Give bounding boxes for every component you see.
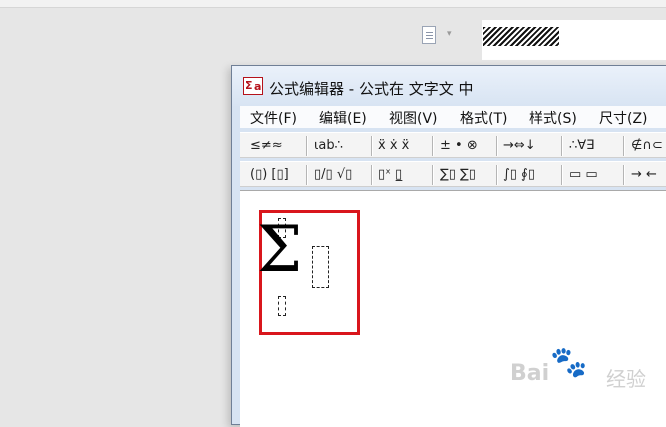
- menu-view[interactable]: 视图(V): [389, 108, 438, 128]
- hatched-pattern-area: [483, 27, 559, 46]
- labeled-arrow-templates-button[interactable]: → ←: [631, 165, 657, 185]
- integral-templates-button[interactable]: ∫▯ ∮▯: [503, 165, 535, 185]
- toolbar-separator: [432, 165, 434, 185]
- toolbar-separator: [306, 165, 308, 185]
- subscript-templates-button[interactable]: ▯ˣ ▯̲: [378, 165, 402, 185]
- arrows-palette-button[interactable]: →⇔↓: [503, 136, 536, 156]
- fence-templates-button[interactable]: (▯) [▯]: [250, 165, 289, 185]
- fraction-radical-templates-button[interactable]: ▯/▯ √▯: [314, 165, 352, 185]
- summation-sign: Σ: [257, 213, 303, 287]
- sets-palette-button[interactable]: ∉∩⊂: [631, 136, 663, 156]
- toolbar-separator: [371, 136, 373, 156]
- toolbar-separator: [496, 136, 498, 156]
- toolbar-separator: [371, 165, 373, 185]
- menu-format[interactable]: 格式(T): [460, 108, 507, 128]
- chevron-down-icon[interactable]: ▾: [447, 29, 452, 39]
- toolbar-separator: [623, 136, 625, 156]
- document-icon[interactable]: [422, 26, 436, 44]
- toolbar-separator: [561, 136, 563, 156]
- logic-palette-button[interactable]: ∴∀∃: [569, 136, 594, 156]
- toolbar-separator: [623, 165, 625, 185]
- menu-file[interactable]: 文件(F): [250, 108, 297, 128]
- embellishments-palette-button[interactable]: ẍ ẋ ẍ: [378, 136, 409, 156]
- toolbar-separator: [496, 165, 498, 185]
- menu-edit[interactable]: 编辑(E): [319, 108, 367, 128]
- operators-palette-button[interactable]: ± • ⊗: [440, 136, 478, 156]
- watermark-suffix: 经验: [606, 367, 646, 391]
- toolbar-separator: [561, 165, 563, 185]
- relations-palette-button[interactable]: ≤≠≈: [250, 136, 283, 156]
- toolbar-separator: [432, 136, 434, 156]
- summand-slot[interactable]: [312, 246, 329, 288]
- symbol-palette-toolbar: ≤≠≈ ⍳ab∴ ẍ ẋ ẍ ± • ⊗ →⇔↓ ∴∀∃ ∉∩⊂: [240, 132, 666, 158]
- summation-templates-button[interactable]: ∑▯ ∑▯: [440, 165, 476, 185]
- menu-style[interactable]: 样式(S): [529, 108, 577, 128]
- menu-size[interactable]: 尺寸(Z): [599, 108, 648, 128]
- toolbar-separator: [306, 136, 308, 156]
- title-bar[interactable]: Σ a 公式编辑器 - 公式在 文字文 中: [232, 66, 666, 106]
- baidu-jingyan-watermark: 🐾 Bai 经验: [510, 345, 660, 395]
- template-palette-toolbar: (▯) [▯] ▯/▯ √▯ ▯ˣ ▯̲ ∑▯ ∑▯ ∫▯ ∮▯ ▭ ▭ → ←: [240, 161, 666, 187]
- watermark-brand: Bai: [510, 361, 550, 386]
- menu-bar: 文件(F) 编辑(E) 视图(V) 格式(T) 样式(S) 尺寸(Z): [240, 106, 666, 128]
- lower-limit-slot[interactable]: [278, 296, 286, 316]
- equation-editor-app-icon: Σ a: [243, 77, 263, 95]
- spaces-ellipses-palette-button[interactable]: ⍳ab∴: [314, 136, 343, 156]
- underbar-overbar-templates-button[interactable]: ▭ ▭: [569, 165, 598, 185]
- window-title: 公式编辑器 - 公式在 文字文 中: [269, 80, 474, 98]
- top-strip: [0, 0, 666, 8]
- paw-logo-icon: 🐾: [550, 345, 588, 380]
